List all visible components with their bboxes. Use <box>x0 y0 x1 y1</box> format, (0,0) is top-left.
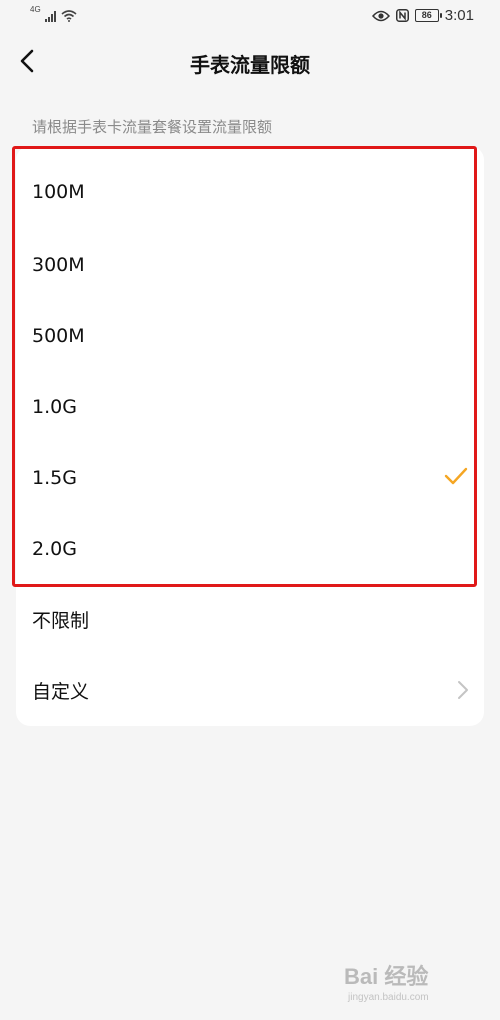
wifi-icon <box>61 10 77 22</box>
status-time: 3:01 <box>444 7 474 24</box>
page-title: 手表流量限额 <box>190 53 310 77</box>
option-label: 1.0G <box>32 395 77 418</box>
option-1-5g[interactable]: 1.5G <box>16 442 484 513</box>
option-unlimited[interactable]: 不限制 <box>16 584 484 655</box>
status-left: 4G <box>30 6 77 22</box>
signal-icon <box>44 11 56 22</box>
option-label: 2.0G <box>32 537 77 560</box>
watermark-url: jingyan.baidu.com <box>347 992 429 1003</box>
nfc-icon <box>395 9 409 22</box>
option-2-0g[interactable]: 2.0G <box>16 513 484 584</box>
subtitle-hint: 请根据手表卡流量套餐设置流量限额 <box>32 118 273 136</box>
option-custom[interactable]: 自定义 <box>16 655 484 726</box>
option-1-0g[interactable]: 1.0G <box>16 371 484 442</box>
status-right: 86 3:01 <box>371 7 474 24</box>
checkmark-icon <box>444 467 468 485</box>
option-label: 自定义 <box>32 681 90 703</box>
option-500m[interactable]: 500M <box>16 300 484 371</box>
watermark-text: Bai 经验 <box>344 964 428 989</box>
option-100m[interactable]: 100M <box>16 156 484 227</box>
network-type: 4G <box>30 5 41 14</box>
watermark-logo: Bai 经验 jingyan.baidu.com <box>344 964 429 1003</box>
battery-icon: 86 <box>414 9 442 22</box>
option-label: 300M <box>32 253 85 276</box>
option-label: 500M <box>32 324 85 347</box>
chevron-right-icon <box>458 681 468 699</box>
option-label: 100M <box>32 180 85 203</box>
option-label: 1.5G <box>32 466 77 489</box>
option-label: 不限制 <box>32 610 90 632</box>
header: 手表流量限额 <box>0 36 500 90</box>
limit-options-card: 100M 300M 500M 1.0G 1.5G 2.0G 不限制 自定义 <box>16 146 484 726</box>
status-bar: 4G 86 3:01 <box>0 0 500 34</box>
option-300m[interactable]: 300M <box>16 229 484 300</box>
eye-icon <box>371 10 390 21</box>
